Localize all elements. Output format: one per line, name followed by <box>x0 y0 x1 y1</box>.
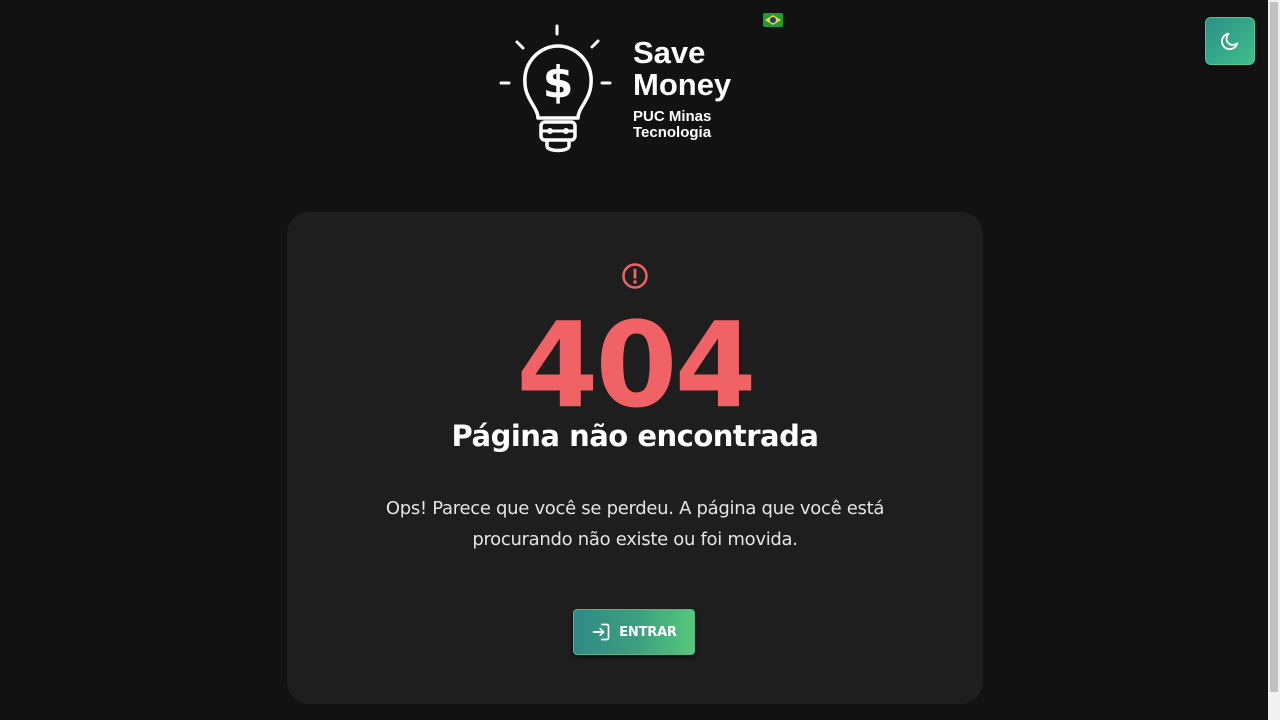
brazil-flag-icon[interactable] <box>763 13 783 27</box>
lightbulb-dollar-icon: $ <box>499 24 612 153</box>
theme-toggle-button[interactable] <box>1205 17 1255 65</box>
login-button-label: ENTRAR <box>619 624 677 640</box>
login-icon <box>592 623 610 641</box>
svg-text:$: $ <box>543 57 574 108</box>
error-code: 404 <box>516 296 756 434</box>
error-message: Ops! Parece que você se perdeu. A página… <box>385 498 885 550</box>
error-title: Página não encontrada <box>451 419 819 453</box>
vertical-scrollbar[interactable] <box>1268 0 1280 720</box>
moon-icon <box>1221 32 1239 51</box>
not-found-page: $ Save Money PUC Minas Tecnologia 404 Pá… <box>0 0 1280 720</box>
brand[interactable]: $ Save Money PUC Minas Tecnologia <box>498 22 798 162</box>
brand-subtitle: PUC Minas Tecnologia <box>633 108 712 141</box>
alert-circle-icon <box>622 263 648 289</box>
scrollbar-thumb[interactable] <box>1270 2 1278 692</box>
login-button[interactable]: ENTRAR <box>573 609 695 655</box>
brand-title: Save Money <box>633 35 732 102</box>
error-card: 404 Página não encontrada Ops! Parece qu… <box>287 212 983 704</box>
